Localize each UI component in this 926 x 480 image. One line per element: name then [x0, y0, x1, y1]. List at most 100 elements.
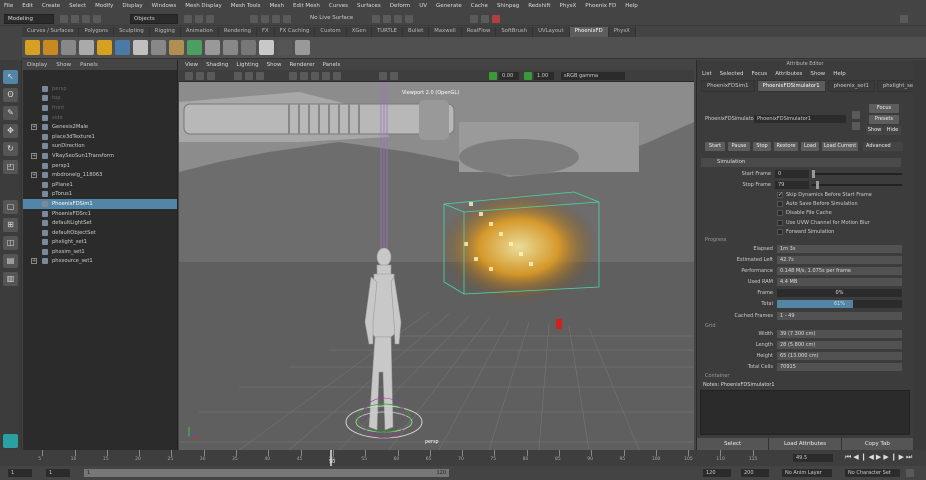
- menu-edit-mesh[interactable]: Edit Mesh: [293, 3, 320, 9]
- shelf-tab-custom[interactable]: Custom: [315, 27, 347, 37]
- ae-menu-selected[interactable]: Selected: [720, 71, 744, 77]
- phoenix-render-icon[interactable]: [492, 15, 500, 23]
- phoenix-logo-icon[interactable]: [3, 434, 18, 448]
- menu-generate[interactable]: Generate: [436, 3, 462, 9]
- menu-windows[interactable]: Windows: [152, 3, 177, 9]
- hide-button[interactable]: Hide: [884, 126, 901, 135]
- xray-icon[interactable]: [379, 72, 387, 80]
- redo-icon[interactable]: [93, 15, 101, 23]
- phoenix-simulator-icon[interactable]: [25, 40, 40, 55]
- pause-button[interactable]: Pause: [728, 142, 750, 151]
- select-component-icon[interactable]: [206, 15, 214, 23]
- menu-deform[interactable]: Deform: [390, 3, 410, 9]
- paint-select-icon[interactable]: ✎: [3, 106, 18, 120]
- expand-icon[interactable]: +: [31, 124, 37, 131]
- phoenix-ocean-icon[interactable]: [115, 40, 130, 55]
- ae-menu-attributes[interactable]: Attributes: [775, 71, 802, 77]
- ae-side-tabs[interactable]: [913, 60, 926, 450]
- shelf-tab-turtle[interactable]: TURTLE: [372, 27, 404, 37]
- menu-modify[interactable]: Modify: [95, 3, 113, 9]
- outliner-item[interactable]: pTorus1: [23, 190, 177, 200]
- show-button[interactable]: Show: [866, 126, 883, 135]
- outliner-menu-show[interactable]: Show: [56, 62, 71, 68]
- phoenix-mesher-icon[interactable]: [187, 40, 202, 55]
- simulation-section-header[interactable]: Simulation: [701, 158, 901, 167]
- shelf-tab-xgen[interactable]: XGen: [346, 27, 373, 37]
- checkbox-skip-dynamics-before-start-frame[interactable]: [777, 191, 783, 198]
- snap-curve-icon[interactable]: [261, 15, 269, 23]
- shelf-tab-animation[interactable]: Animation: [180, 27, 219, 37]
- shelf-tab-phoenixfd[interactable]: PhoenixFD: [569, 27, 609, 37]
- menu-physx[interactable]: PhysX: [560, 3, 577, 9]
- outliner-item[interactable]: top: [23, 94, 177, 104]
- lights-icon[interactable]: [322, 72, 330, 80]
- snap-point-icon[interactable]: [272, 15, 280, 23]
- load-current-button[interactable]: Load Current: [822, 142, 858, 151]
- checkbox-auto-save-before-simulation[interactable]: [777, 201, 783, 208]
- viewport-3d[interactable]: Viewport 2.0 (OpenGL) persp: [179, 82, 694, 450]
- presets-button[interactable]: Presets: [869, 115, 899, 124]
- phoenix-liquid-icon[interactable]: [43, 40, 58, 55]
- outliner-item[interactable]: PhoenixFDSrc1: [23, 209, 177, 219]
- viewport-menu-view[interactable]: View: [185, 62, 198, 68]
- character-set-select[interactable]: No Character Set: [845, 469, 900, 477]
- start-frame-field[interactable]: 0: [775, 170, 809, 178]
- outliner-item[interactable]: place3dTexture1: [23, 132, 177, 142]
- menu-mesh[interactable]: Mesh: [270, 3, 284, 9]
- four-pane-icon[interactable]: ⊞: [3, 218, 18, 232]
- shelf-tab-rigging[interactable]: Rigging: [149, 27, 181, 37]
- focus-button[interactable]: Focus: [869, 104, 899, 113]
- shelf-tab-polygons[interactable]: Polygons: [79, 27, 115, 37]
- node-name-field[interactable]: PhoenixFDSimulator1: [754, 115, 846, 123]
- exposure-field[interactable]: 0.00: [499, 72, 519, 80]
- range-slider[interactable]: 1 120: [84, 469, 449, 477]
- viewport-menu-renderer[interactable]: Renderer: [289, 62, 314, 68]
- textured-icon[interactable]: [311, 72, 319, 80]
- outliner-menu-panels[interactable]: Panels: [80, 62, 98, 68]
- shelf-tab-physx[interactable]: PhysX: [608, 27, 636, 37]
- shelf-tab-rendering[interactable]: Rendering: [218, 27, 257, 37]
- phoenix-wind-icon[interactable]: [151, 40, 166, 55]
- mode-selector[interactable]: Modeling: [4, 14, 54, 24]
- graph-layout-icon[interactable]: ▥: [3, 272, 18, 286]
- move-tool-icon[interactable]: ✥: [3, 124, 18, 138]
- menu-shinpag[interactable]: Shinpag: [497, 3, 519, 9]
- snap-view-icon[interactable]: [283, 15, 291, 23]
- gamma-icon[interactable]: [524, 72, 532, 80]
- phoenix-preview-icon[interactable]: [241, 40, 256, 55]
- viewport-menu-show[interactable]: Show: [267, 62, 282, 68]
- shelf-tab-fx-caching[interactable]: FX Caching: [274, 27, 316, 37]
- node-nav-icon[interactable]: [852, 111, 860, 119]
- menu-redshift[interactable]: Redshift: [528, 3, 550, 9]
- menu-file[interactable]: File: [4, 3, 13, 9]
- outliner-item[interactable]: phxlight_set1: [23, 238, 177, 248]
- stop-frame-slider[interactable]: [812, 181, 902, 189]
- anim-layer-select[interactable]: No Anim Layer: [782, 469, 832, 477]
- menu-mesh-tools[interactable]: Mesh Tools: [231, 3, 261, 9]
- menu-cache[interactable]: Cache: [471, 3, 488, 9]
- shelf-tab-maxwell[interactable]: Maxwell: [429, 27, 462, 37]
- menu-surfaces[interactable]: Surfaces: [357, 3, 381, 9]
- viewport-menu-shading[interactable]: Shading: [206, 62, 228, 68]
- checkbox-disable-file-cache[interactable]: [777, 210, 783, 217]
- checkbox-forward-simulation[interactable]: [777, 228, 783, 235]
- outliner-item[interactable]: + Genesis2Male: [23, 122, 177, 132]
- camera-attr-icon[interactable]: [196, 72, 204, 80]
- outliner-item[interactable]: side: [23, 113, 177, 123]
- selection-mask-select[interactable]: Objects: [130, 14, 178, 24]
- expand-icon[interactable]: +: [31, 152, 37, 159]
- select-button[interactable]: Select: [697, 438, 770, 450]
- stop-button[interactable]: Stop: [753, 142, 771, 151]
- start-frame-slider-thumb[interactable]: [812, 170, 815, 178]
- user-icon[interactable]: [900, 15, 908, 23]
- load-button[interactable]: Load: [801, 142, 819, 151]
- menu-display[interactable]: Display: [122, 3, 142, 9]
- rotate-tool-icon[interactable]: ↻: [3, 142, 18, 156]
- shadows-icon[interactable]: [333, 72, 341, 80]
- menu-curves[interactable]: Curves: [329, 3, 348, 9]
- shelf-tab-fx[interactable]: FX: [256, 27, 275, 37]
- phoenix-voxel-icon[interactable]: [259, 40, 274, 55]
- gamma-field[interactable]: 1.00: [534, 72, 554, 80]
- outliner-item[interactable]: defaultObjectSet: [23, 228, 177, 238]
- outliner-item[interactable]: persp1: [23, 161, 177, 171]
